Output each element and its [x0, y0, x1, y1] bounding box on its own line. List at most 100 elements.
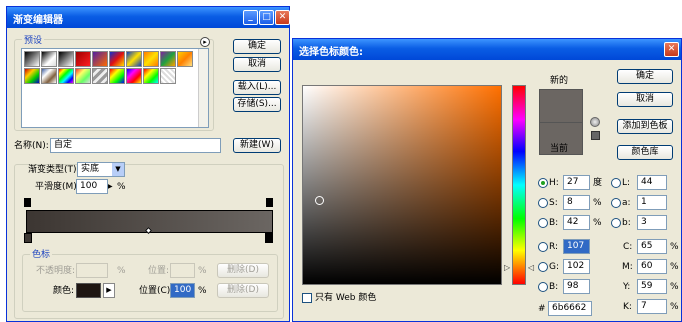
cancel-button[interactable]: 取消	[233, 57, 281, 72]
color-location-input[interactable]: 100	[170, 283, 195, 298]
a-input[interactable]: 1	[637, 195, 667, 210]
hue-slider-right-arrow-icon[interactable]: ◁	[528, 263, 534, 272]
preset-chrome[interactable]	[41, 68, 57, 84]
current-color-label: 当前	[550, 144, 569, 154]
hex-input[interactable]: 6b6662	[548, 301, 592, 316]
s-radio[interactable]	[538, 198, 548, 208]
preset-rainbow-3[interactable]	[126, 68, 142, 84]
smoothness-dropdown-icon[interactable]: ▶	[108, 179, 116, 194]
preset-checker[interactable]	[160, 68, 176, 84]
s-input[interactable]: 8	[563, 195, 590, 210]
save-button[interactable]: 存储(S)...	[233, 97, 281, 112]
preset-scrollbar[interactable]	[198, 49, 208, 127]
b-radio[interactable]	[538, 218, 548, 228]
cancel-button[interactable]: 取消	[617, 92, 673, 107]
color-stop-left[interactable]	[24, 233, 32, 243]
h-input[interactable]: 27	[563, 175, 590, 190]
delete-color-button[interactable]: 删除(D)	[217, 283, 269, 298]
opacity-unit: %	[117, 266, 126, 276]
preset-orange-yellow[interactable]	[143, 51, 159, 67]
web-colors-checkbox[interactable]	[302, 293, 312, 303]
lab-b-input[interactable]: 3	[637, 215, 667, 230]
opacity-stop-right[interactable]	[266, 198, 273, 207]
r-input[interactable]: 107	[563, 239, 590, 254]
ok-button[interactable]: 确定	[617, 69, 673, 84]
preset-copper[interactable]	[177, 51, 193, 67]
hue-slider[interactable]	[512, 85, 526, 285]
load-button[interactable]: 载入(L)...	[233, 80, 281, 95]
preset-transparent-rainbow[interactable]	[75, 68, 91, 84]
name-input[interactable]: 自定	[50, 138, 221, 153]
smoothness-input[interactable]: 100	[76, 179, 108, 194]
g-input[interactable]: 102	[563, 259, 590, 274]
hue-slider-left-arrow-icon[interactable]: ▷	[504, 263, 510, 272]
r-radio[interactable]	[538, 242, 548, 252]
preset-blue-red-yellow[interactable]	[109, 51, 125, 67]
smoothness-unit: %	[117, 182, 126, 192]
gamut-warning-icon[interactable]	[590, 117, 600, 127]
preset-rainbow-1[interactable]	[24, 68, 40, 84]
b-input[interactable]: 42	[563, 215, 590, 230]
preset-violet-green[interactable]	[160, 51, 176, 67]
delete-opacity-button: 删除(D)	[217, 263, 269, 278]
smoothness-label: 平滑度(M):	[35, 182, 80, 192]
blue-label: B:	[549, 282, 559, 292]
ok-button[interactable]: 确定	[233, 39, 281, 54]
h-radio[interactable]	[538, 178, 548, 188]
preset-rainbow-4[interactable]	[143, 68, 159, 84]
gradient-type-select[interactable]: 实底 ▼	[77, 162, 125, 177]
opacity-stop-left[interactable]	[24, 198, 31, 207]
stop-color-swatch[interactable]	[76, 283, 101, 298]
add-to-swatches-button[interactable]: 添加到色板	[617, 119, 673, 134]
color-location-unit: %	[198, 286, 207, 296]
h-unit: 度	[593, 178, 603, 188]
m-input[interactable]: 60	[637, 259, 667, 274]
l-label: L:	[622, 178, 631, 188]
preset-blue-yellow-blue[interactable]	[126, 51, 142, 67]
k-input[interactable]: 7	[637, 299, 667, 314]
new-button[interactable]: 新建(W)	[233, 138, 281, 153]
preset-violet-orange[interactable]	[92, 51, 108, 67]
preset-fg-transparent[interactable]	[41, 51, 57, 67]
g-label: G:	[549, 262, 560, 272]
blue-input[interactable]: 98	[563, 279, 590, 294]
a-radio[interactable]	[611, 198, 621, 208]
l-input[interactable]: 44	[637, 175, 667, 190]
color-picker-titlebar[interactable]: 选择色标颜色:	[293, 39, 681, 60]
presets-menu-icon[interactable]: ▸	[200, 37, 210, 47]
maximize-icon[interactable]: □	[259, 10, 274, 25]
color-stop-right[interactable]	[265, 233, 273, 243]
color-field-cursor-icon[interactable]	[315, 196, 324, 205]
a-label: a:	[622, 198, 631, 208]
c-input[interactable]: 65	[637, 239, 667, 254]
y-label: Y:	[623, 282, 631, 292]
preset-spectrum[interactable]	[58, 68, 74, 84]
k-unit: %	[670, 302, 679, 312]
preset-fg-bg[interactable]	[24, 51, 40, 67]
k-label: K:	[623, 302, 632, 312]
close-icon[interactable]: ✕	[664, 42, 679, 57]
preset-red[interactable]	[75, 51, 91, 67]
preset-rainbow-2[interactable]	[109, 68, 125, 84]
close-icon[interactable]: ✕	[275, 10, 290, 25]
color-field[interactable]	[302, 85, 502, 285]
blue-radio[interactable]	[538, 282, 548, 292]
opacity-location-unit: %	[198, 266, 207, 276]
s-label: S:	[549, 198, 558, 208]
gradient-type-label: 渐变类型(T):	[28, 165, 80, 175]
y-unit: %	[670, 282, 679, 292]
minimize-icon[interactable]: _	[243, 10, 258, 25]
color-libraries-button[interactable]: 颜色库	[617, 145, 673, 160]
stop-color-menu-icon[interactable]: ▶	[103, 283, 115, 298]
web-safe-swatch-icon[interactable]	[591, 131, 600, 140]
chevron-down-icon[interactable]: ▼	[112, 163, 124, 176]
y-input[interactable]: 59	[637, 279, 667, 294]
c-unit: %	[670, 242, 679, 252]
gradient-editor-title: 渐变编辑器	[13, 15, 63, 26]
lab-b-radio[interactable]	[611, 218, 621, 228]
l-radio[interactable]	[611, 178, 621, 188]
preset-black-white[interactable]	[58, 51, 74, 67]
new-color-swatch	[539, 89, 583, 122]
g-radio[interactable]	[538, 262, 548, 272]
preset-transparent-stripes[interactable]	[92, 68, 108, 84]
